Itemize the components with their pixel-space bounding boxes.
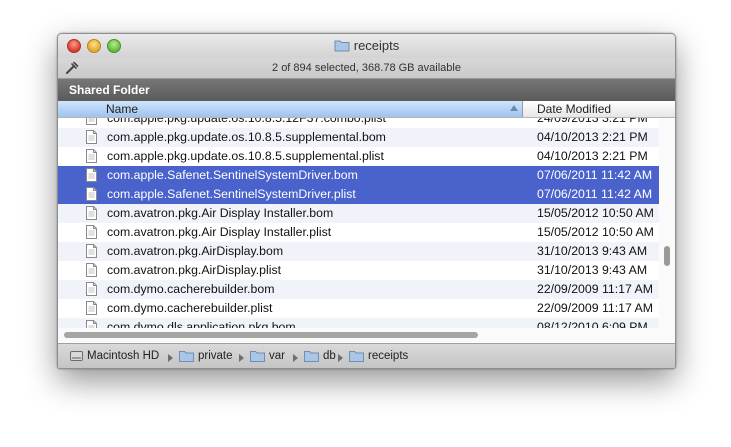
folder-icon <box>334 40 350 52</box>
file-row[interactable]: com.avatron.pkg.AirDisplay.plist 31/10/20… <box>58 261 659 280</box>
file-date-modified: 04/10/2013 2:21 PM <box>537 149 648 163</box>
document-icon <box>86 130 97 144</box>
path-item-macintosh-hd[interactable]: Macintosh HD <box>70 350 159 362</box>
file-name: com.dymo.cacherebuilder.plist <box>107 301 273 315</box>
finder-window: receipts 2 of 894 selected, 368.78 GB av… <box>57 33 676 369</box>
column-header: Name Date Modified <box>58 101 675 118</box>
file-date-modified: 08/12/2010 6:09 PM <box>537 320 648 328</box>
file-name: com.avatron.pkg.Air Display Installer.pl… <box>107 225 332 239</box>
shared-folder-label: Shared Folder <box>69 83 150 97</box>
sort-ascending-icon <box>510 105 518 111</box>
path-item-receipts[interactable]: receipts <box>349 350 408 362</box>
file-date-modified: 24/09/2013 3:21 PM <box>537 118 648 125</box>
file-date-modified: 15/05/2012 10:50 AM <box>537 206 654 220</box>
file-row[interactable]: com.apple.pkg.update.os.10.8.5.12F37.com… <box>58 118 659 128</box>
file-name: com.dymo.dls.application.pkg.bom <box>107 320 296 328</box>
path-item-label: Macintosh HD <box>87 350 160 362</box>
file-name: com.dymo.cacherebuilder.bom <box>107 282 275 296</box>
column-name-header[interactable]: Name <box>58 101 523 117</box>
document-icon <box>86 263 97 277</box>
vertical-scroll-thumb[interactable] <box>664 246 670 266</box>
document-icon <box>86 320 97 328</box>
file-date-modified: 22/09/2009 11:17 AM <box>537 282 654 296</box>
path-item-label: db <box>323 350 336 362</box>
window-title: receipts <box>58 38 675 53</box>
status-text: 2 of 894 selected, 368.78 GB available <box>272 62 461 74</box>
file-name: com.apple.pkg.update.os.10.8.5.supplemen… <box>107 149 384 163</box>
title-bar[interactable]: receipts <box>58 34 675 58</box>
path-separator-icon <box>293 354 298 362</box>
file-name: com.apple.Safenet.SentinelSystemDriver.b… <box>107 168 358 182</box>
file-row[interactable]: com.dymo.dls.application.pkg.bom 08/12/20… <box>58 318 659 328</box>
status-bar: 2 of 894 selected, 368.78 GB available <box>58 58 675 79</box>
document-icon <box>86 282 97 296</box>
document-icon <box>86 118 97 125</box>
file-row[interactable]: com.apple.Safenet.SentinelSystemDriver.b… <box>58 166 659 185</box>
file-row[interactable]: com.apple.pkg.update.os.10.8.5.supplemen… <box>58 147 659 166</box>
file-row[interactable]: com.avatron.pkg.Air Display Installer.bo… <box>58 204 659 223</box>
file-name: com.avatron.pkg.AirDisplay.bom <box>107 244 284 258</box>
file-list: com.apple.pkg.update.os.10.8.5.12F37.com… <box>58 118 659 328</box>
file-date-modified: 15/05/2012 10:50 AM <box>537 225 654 239</box>
column-name-label: Name <box>106 102 139 116</box>
horizontal-scrollbar[interactable] <box>58 328 675 342</box>
document-icon <box>86 225 97 239</box>
file-date-modified: 31/10/2013 9:43 AM <box>537 244 648 258</box>
document-icon <box>86 206 97 220</box>
file-name: com.apple.Safenet.SentinelSystemDriver.p… <box>107 187 356 201</box>
file-row[interactable]: com.dymo.cacherebuilder.bom 22/09/2009 11… <box>58 280 659 299</box>
file-row[interactable]: com.avatron.pkg.AirDisplay.bom 31/10/2013… <box>58 242 659 261</box>
file-name: com.avatron.pkg.AirDisplay.plist <box>107 263 282 277</box>
hard-drive-icon <box>70 350 87 362</box>
folder-icon <box>349 350 368 362</box>
file-date-modified: 07/06/2011 11:42 AM <box>537 187 653 201</box>
folder-icon <box>179 350 198 362</box>
folder-icon <box>250 350 269 362</box>
path-item-label: private <box>198 350 233 362</box>
path-bar: Macintosh HD private var db receipts <box>58 343 675 368</box>
path-item-var[interactable]: var <box>250 350 285 362</box>
path-separator-icon <box>338 354 343 362</box>
column-date-header[interactable]: Date Modified <box>523 101 675 117</box>
file-date-modified: 07/06/2011 11:42 AM <box>537 168 653 182</box>
document-icon <box>86 149 97 163</box>
path-item-db[interactable]: db <box>304 350 336 362</box>
window-title-text: receipts <box>353 38 400 53</box>
file-row[interactable]: com.apple.Safenet.SentinelSystemDriver.p… <box>58 185 659 204</box>
file-row[interactable]: com.apple.pkg.update.os.10.8.5.supplemen… <box>58 128 659 147</box>
file-row[interactable]: com.avatron.pkg.Air Display Installer.pl… <box>58 223 659 242</box>
document-icon <box>86 244 97 258</box>
path-separator-icon <box>239 354 244 362</box>
document-icon <box>86 168 97 182</box>
column-date-label: Date Modified <box>537 102 612 116</box>
document-icon <box>86 187 97 201</box>
path-separator-icon <box>168 354 173 362</box>
folder-icon <box>304 350 323 362</box>
document-icon <box>86 301 97 315</box>
vertical-scrollbar[interactable] <box>659 118 675 328</box>
path-item-label: var <box>269 350 285 362</box>
file-name: com.apple.pkg.update.os.10.8.5.12F37.com… <box>107 118 386 125</box>
file-date-modified: 31/10/2013 9:43 AM <box>537 263 648 277</box>
file-name: com.avatron.pkg.Air Display Installer.bo… <box>107 206 334 220</box>
path-item-private[interactable]: private <box>179 350 233 362</box>
path-item-label: receipts <box>368 350 409 362</box>
file-name: com.apple.pkg.update.os.10.8.5.supplemen… <box>107 130 386 144</box>
horizontal-scroll-thumb[interactable] <box>64 332 478 338</box>
file-date-modified: 04/10/2013 2:21 PM <box>537 130 648 144</box>
shared-folder-header: Shared Folder <box>58 79 675 101</box>
file-row[interactable]: com.dymo.cacherebuilder.plist 22/09/2009 … <box>58 299 659 318</box>
file-date-modified: 22/09/2009 11:17 AM <box>537 301 654 315</box>
